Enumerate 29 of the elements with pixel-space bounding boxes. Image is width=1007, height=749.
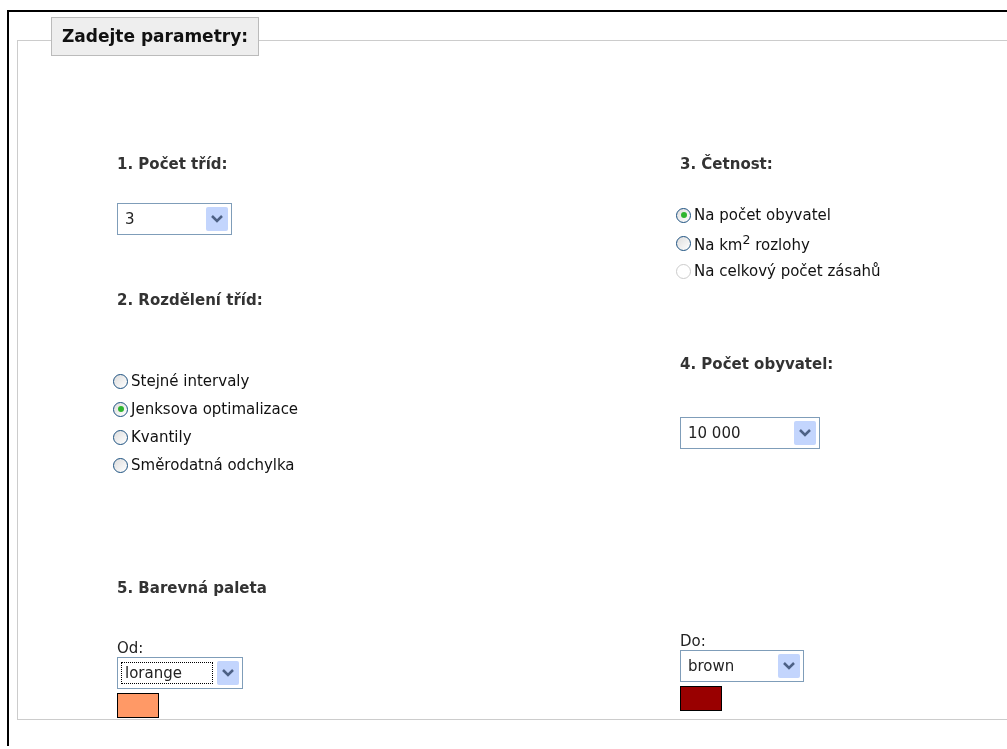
radio-label: Kvantily xyxy=(131,428,192,446)
fieldset-legend: Zadejte parametry: xyxy=(51,17,260,56)
radio-button[interactable] xyxy=(113,429,128,445)
radio-label: Jenksova optimalizace xyxy=(131,400,299,418)
radio-label: Na počet obyvatel xyxy=(694,206,831,224)
field-label: Od: xyxy=(117,639,144,657)
section-heading: 2. Rozdělení tříd: xyxy=(117,291,263,309)
radio-button[interactable] xyxy=(676,235,691,251)
radio-button[interactable] xyxy=(676,207,691,223)
section-heading: 3. Četnost: xyxy=(680,155,773,173)
section-heading: 5. Barevná paleta xyxy=(117,579,268,597)
dropdown[interactable]: 10 000 xyxy=(680,417,820,449)
chevron-down-icon xyxy=(206,207,228,231)
chevron-down-icon xyxy=(778,654,800,678)
section-heading: 1. Počet tříd: xyxy=(117,155,228,173)
radio-button[interactable] xyxy=(113,373,128,389)
field-label: Do: xyxy=(680,632,706,650)
radio-label: Na km$^{2}$ rozlohy xyxy=(694,232,810,254)
radio-label: Směrodatná odchylka xyxy=(131,456,295,474)
chevron-down-icon xyxy=(217,661,239,685)
dropdown[interactable]: 3 xyxy=(117,203,232,235)
chevron-down-icon xyxy=(794,421,816,445)
section-heading: 4. Počet obyvatel: xyxy=(680,355,834,373)
radio-label: Na celkový počet zásahů xyxy=(694,262,881,280)
dropdown[interactable]: brown xyxy=(680,650,804,682)
dropdown[interactable]: lorange xyxy=(117,657,243,689)
radio-button[interactable] xyxy=(113,401,128,417)
radio-label: Stejné intervaly xyxy=(131,372,250,390)
radio-button[interactable] xyxy=(113,457,128,473)
